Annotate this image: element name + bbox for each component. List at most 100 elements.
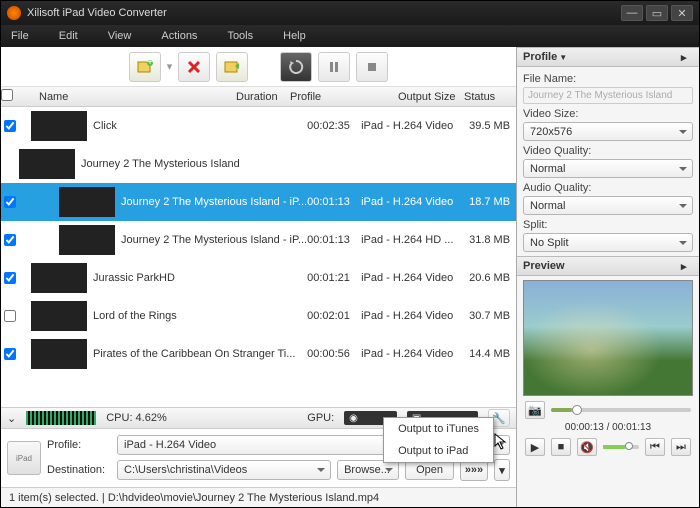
row-name: Lord of the Rings [93, 310, 307, 322]
row-size: 20.6 MB [469, 272, 516, 284]
row-profile: iPad - H.264 Video [361, 272, 469, 284]
file-name-field[interactable]: Journey 2 The Mysterious Island [523, 87, 693, 104]
maximize-button[interactable]: ▭ [646, 5, 668, 21]
row-duration: 00:01:13 [307, 196, 361, 208]
preview-section-header[interactable]: Preview ▸ [517, 256, 699, 276]
row-profile: iPad - H.264 Video [361, 348, 469, 360]
row-name: Journey 2 The Mysterious Island [81, 158, 307, 170]
row-profile: iPad - H.264 Video [361, 196, 469, 208]
list-header: Name Duration Profile Output Size Status [1, 87, 516, 107]
menu-edit[interactable]: Edit [59, 30, 78, 42]
row-checkbox[interactable] [4, 310, 16, 322]
browse-button[interactable]: Browse... [337, 460, 399, 480]
menu-bar: File Edit View Actions Tools Help [1, 25, 699, 47]
row-duration: 00:00:56 [307, 348, 361, 360]
menu-view[interactable]: View [108, 30, 132, 42]
split-combo[interactable]: No Split [523, 233, 693, 252]
next-frame-button[interactable]: ⏭ [671, 438, 691, 456]
output-ipad[interactable]: Output to iPad [384, 440, 493, 462]
video-size-combo[interactable]: 720x576 [523, 122, 693, 141]
refresh-button[interactable] [280, 52, 312, 82]
row-checkbox[interactable] [4, 348, 16, 360]
table-row[interactable]: Journey 2 The Mysterious Island [1, 145, 516, 183]
thumbnail-icon [31, 263, 87, 293]
pause-button[interactable] [318, 52, 350, 82]
status-bar: 1 item(s) selected. | D:\hdvideo\movie\J… [1, 487, 516, 507]
destination-combo[interactable]: C:\Users\christina\Videos [117, 460, 331, 480]
row-profile: iPad - H.264 HD ... [361, 234, 469, 246]
table-row[interactable]: Pirates of the Caribbean On Stranger Ti.… [1, 335, 516, 373]
col-name[interactable]: Name [35, 91, 236, 103]
seek-bar[interactable] [551, 408, 691, 412]
stop-button[interactable] [356, 52, 388, 82]
split-label: Split: [523, 219, 693, 231]
row-name: Click [93, 120, 307, 132]
row-checkbox[interactable] [4, 196, 16, 208]
thumbnail-icon [31, 111, 87, 141]
select-all-checkbox[interactable] [1, 89, 13, 101]
row-size: 39.5 MB [469, 120, 516, 132]
row-size: 31.8 MB [469, 234, 516, 246]
device-ipad-icon: iPad [7, 441, 41, 475]
svg-text:+: + [147, 58, 153, 68]
add-folder-button[interactable] [216, 52, 248, 82]
play-button[interactable]: ▶ [525, 438, 545, 456]
row-checkbox[interactable] [4, 120, 16, 132]
prev-frame-button[interactable]: ⏮ [645, 438, 665, 456]
col-output-size[interactable]: Output Size [398, 91, 464, 103]
remove-button[interactable] [178, 52, 210, 82]
close-button[interactable]: ✕ [671, 5, 693, 21]
row-name: Jurassic ParkHD [93, 272, 307, 284]
table-row[interactable]: Jurassic ParkHD00:01:21iPad - H.264 Vide… [1, 259, 516, 297]
row-name: Journey 2 The Mysterious Island - iP... [121, 234, 307, 246]
window-title: Xilisoft iPad Video Converter [27, 7, 618, 19]
cpu-label: CPU: 4.62% [106, 412, 167, 424]
row-name: Pirates of the Caribbean On Stranger Ti.… [93, 348, 307, 360]
row-profile: iPad - H.264 Video [361, 120, 469, 132]
col-profile[interactable]: Profile [290, 91, 398, 103]
cpu-graph-icon [26, 411, 96, 425]
open-button[interactable]: Open [405, 460, 454, 480]
menu-file[interactable]: File [11, 30, 29, 42]
add-file-button[interactable]: + [129, 52, 161, 82]
video-quality-combo[interactable]: Normal [523, 159, 693, 178]
output-itunes[interactable]: Output to iTunes [384, 418, 493, 440]
row-checkbox[interactable] [4, 272, 16, 284]
expand-icon[interactable]: ▸ [681, 51, 693, 64]
snapshot-icon[interactable]: 📷 [525, 401, 545, 419]
col-duration[interactable]: Duration [236, 91, 290, 103]
audio-quality-combo[interactable]: Normal [523, 196, 693, 215]
time-label: 00:00:13 / 00:01:13 [517, 420, 699, 435]
menu-tools[interactable]: Tools [227, 30, 253, 42]
table-row[interactable]: Journey 2 The Mysterious Island - iP...0… [1, 183, 516, 221]
title-bar: Xilisoft iPad Video Converter — ▭ ✕ [1, 1, 699, 25]
file-list[interactable]: Click00:02:35iPad - H.264 Video39.5 MBJo… [1, 107, 516, 407]
expand-preview-icon[interactable]: ▸ [681, 260, 693, 273]
row-profile: iPad - H.264 Video [361, 310, 469, 322]
profile-section-header[interactable]: Profile▼ ▸ [517, 47, 699, 67]
col-status[interactable]: Status [464, 91, 502, 103]
thumbnail-icon [19, 149, 75, 179]
row-size: 14.4 MB [469, 348, 516, 360]
menu-help[interactable]: Help [283, 30, 306, 42]
table-row[interactable]: Lord of the Rings00:02:01iPad - H.264 Vi… [1, 297, 516, 335]
volume-slider[interactable] [603, 445, 639, 449]
row-size: 30.7 MB [469, 310, 516, 322]
convert-menu-button[interactable]: ▾ [494, 459, 510, 481]
gpu-label: GPU: [307, 412, 334, 424]
minimize-button[interactable]: — [621, 5, 643, 21]
row-checkbox[interactable] [4, 234, 16, 246]
mute-button[interactable]: 🔇 [577, 438, 597, 456]
chevron-down-icon[interactable]: ⌄ [7, 412, 16, 425]
table-row[interactable]: Journey 2 The Mysterious Island - iP...0… [1, 221, 516, 259]
row-size: 18.7 MB [469, 196, 516, 208]
row-duration: 00:02:01 [307, 310, 361, 322]
stop-preview-button[interactable]: ■ [551, 438, 571, 456]
table-row[interactable]: Click00:02:35iPad - H.264 Video39.5 MB [1, 107, 516, 145]
preview-video[interactable] [523, 280, 693, 396]
video-size-label: Video Size: [523, 108, 693, 120]
menu-actions[interactable]: Actions [161, 30, 197, 42]
destination-label: Destination: [47, 464, 111, 476]
row-duration: 00:02:35 [307, 120, 361, 132]
main-toolbar: + ▾ [1, 47, 516, 87]
